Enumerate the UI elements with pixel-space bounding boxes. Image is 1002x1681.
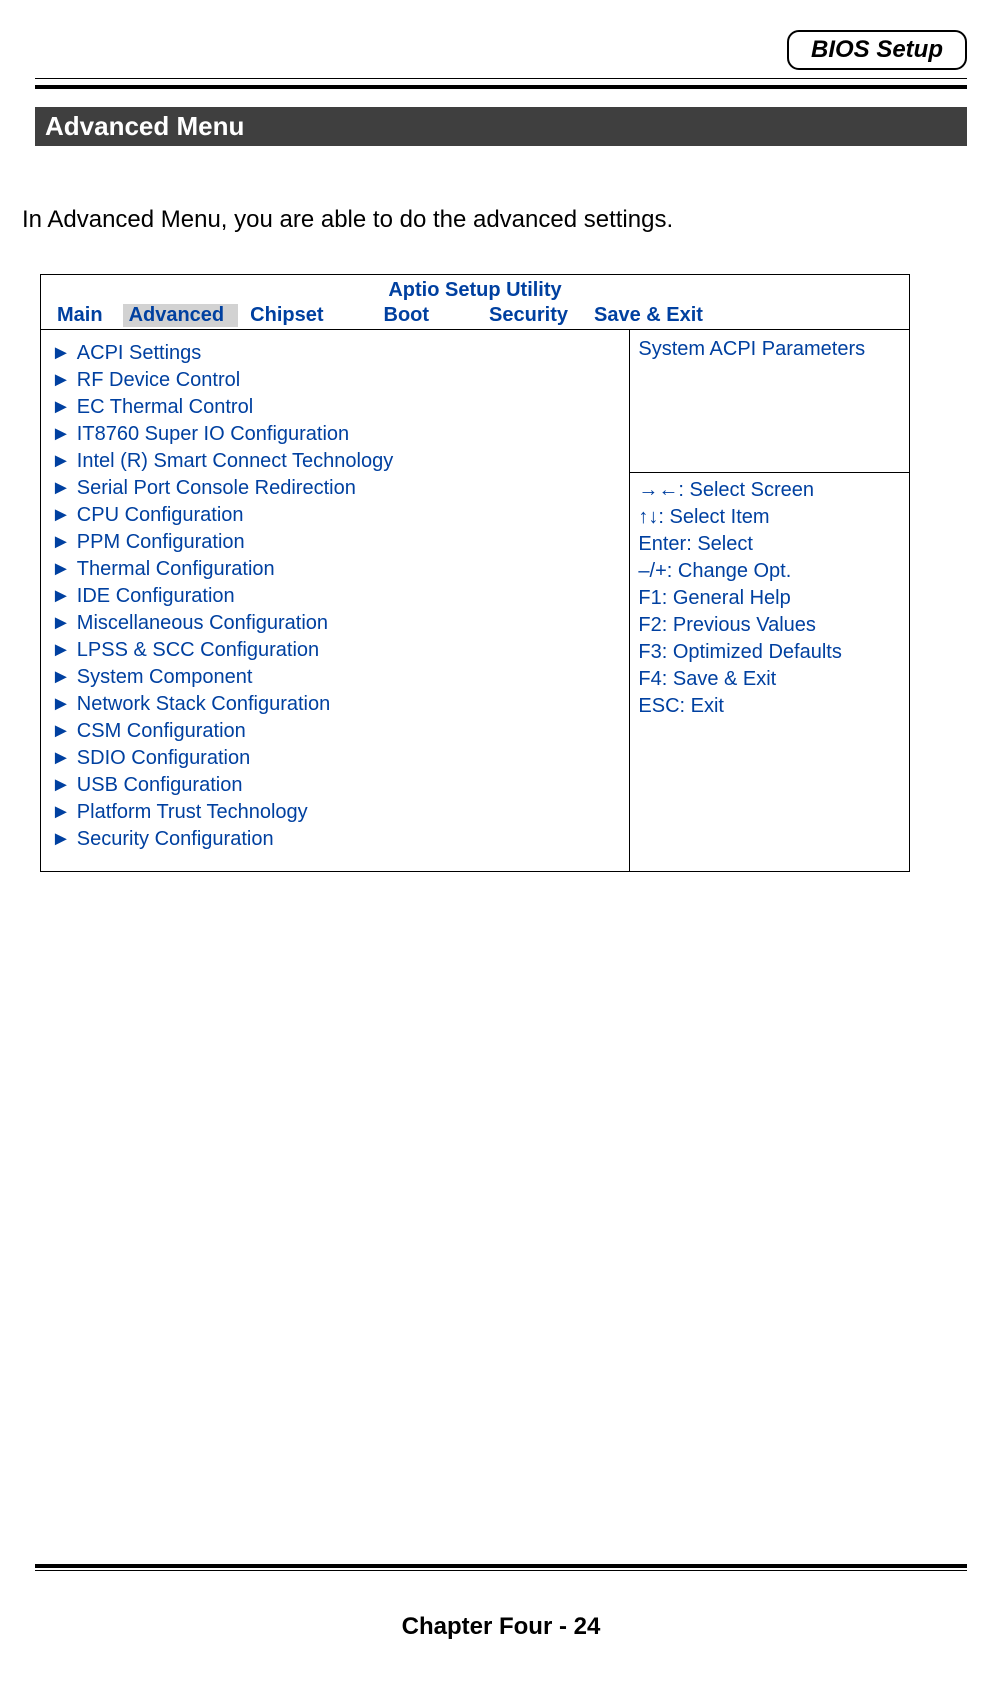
menu-item[interactable]: ►LPSS & SCC Configuration [51, 637, 619, 664]
arrow-icon: ► [51, 369, 71, 391]
menu-item[interactable]: ►USB Configuration [51, 772, 619, 799]
tab-main[interactable]: Main [51, 304, 117, 327]
rule [35, 78, 967, 79]
hint-line: Enter: Select [638, 531, 901, 558]
arrow-icon: ► [51, 612, 71, 634]
hint-line: F2: Previous Values [638, 612, 901, 639]
arrow-icon: ► [51, 639, 71, 661]
bios-menu-list: ►ACPI Settings ►RF Device Control ►EC Th… [41, 330, 630, 872]
hint-line: ↑↓: Select Item [638, 504, 901, 531]
bios-description: System ACPI Parameters [630, 330, 910, 473]
bios-title: Aptio Setup Utility [41, 275, 910, 303]
bios-window: Aptio Setup Utility Main Advanced Chipse… [40, 274, 910, 872]
rule [35, 1564, 967, 1568]
bios-tabs: Main Advanced Chipset Boot Security Save… [41, 302, 910, 330]
page-footer: Chapter Four - 24 [0, 1613, 1002, 1641]
hint-line: –/+: Change Opt. [638, 558, 901, 585]
menu-item[interactable]: ►Thermal Configuration [51, 556, 619, 583]
arrow-icon: ► [51, 477, 71, 499]
hint-line: →←: Select Screen [638, 477, 901, 504]
arrow-icon: ► [51, 531, 71, 553]
menu-item[interactable]: ►System Component [51, 664, 619, 691]
menu-item[interactable]: ►Platform Trust Technology [51, 799, 619, 826]
menu-item[interactable]: ►Network Stack Configuration [51, 691, 619, 718]
header-badge: BIOS Setup [787, 30, 967, 70]
arrow-icon: ► [51, 801, 71, 823]
bios-key-hints: →←: Select Screen ↑↓: Select Item Enter:… [630, 473, 910, 872]
intro-text: In Advanced Menu, you are able to do the… [20, 206, 982, 234]
tab-chipset[interactable]: Chipset [244, 304, 337, 327]
arrow-icon: ► [51, 828, 71, 850]
arrow-icon: ► [51, 396, 71, 418]
arrow-icon: ► [51, 450, 71, 472]
arrow-icon: ► [51, 423, 71, 445]
tab-security[interactable]: Security [449, 304, 582, 327]
arrow-icon: ► [51, 774, 71, 796]
arrow-icon: ► [51, 747, 71, 769]
menu-item[interactable]: ►SDIO Configuration [51, 745, 619, 772]
arrow-icon: ► [51, 558, 71, 580]
menu-item[interactable]: ►EC Thermal Control [51, 394, 619, 421]
tab-advanced[interactable]: Advanced [123, 304, 239, 327]
arrow-icon: ► [51, 720, 71, 742]
menu-item[interactable]: ►IT8760 Super IO Configuration [51, 421, 619, 448]
hint-line: F1: General Help [638, 585, 901, 612]
hint-line: F3: Optimized Defaults [638, 639, 901, 666]
arrow-icon: ► [51, 693, 71, 715]
hint-line: ESC: Exit [638, 693, 901, 720]
tab-save-exit[interactable]: Save & Exit [588, 304, 717, 327]
arrow-icon: ► [51, 504, 71, 526]
menu-item[interactable]: ►CPU Configuration [51, 502, 619, 529]
arrow-icon: ► [51, 585, 71, 607]
menu-item[interactable]: ►ACPI Settings [51, 340, 619, 367]
rule [35, 85, 967, 89]
menu-item[interactable]: ►RF Device Control [51, 367, 619, 394]
menu-item[interactable]: ►Miscellaneous Configuration [51, 610, 619, 637]
tab-boot[interactable]: Boot [344, 304, 444, 327]
menu-item[interactable]: ►PPM Configuration [51, 529, 619, 556]
rule [35, 1570, 967, 1571]
menu-item[interactable]: ►IDE Configuration [51, 583, 619, 610]
menu-item[interactable]: ►CSM Configuration [51, 718, 619, 745]
section-title: Advanced Menu [35, 107, 967, 146]
hint-line: F4: Save & Exit [638, 666, 901, 693]
menu-item[interactable]: ►Security Configuration [51, 826, 619, 853]
menu-item[interactable]: ►Serial Port Console Redirection [51, 475, 619, 502]
arrow-icon: ► [51, 666, 71, 688]
arrow-icon: ► [51, 342, 71, 364]
menu-item[interactable]: ►Intel (R) Smart Connect Technology [51, 448, 619, 475]
